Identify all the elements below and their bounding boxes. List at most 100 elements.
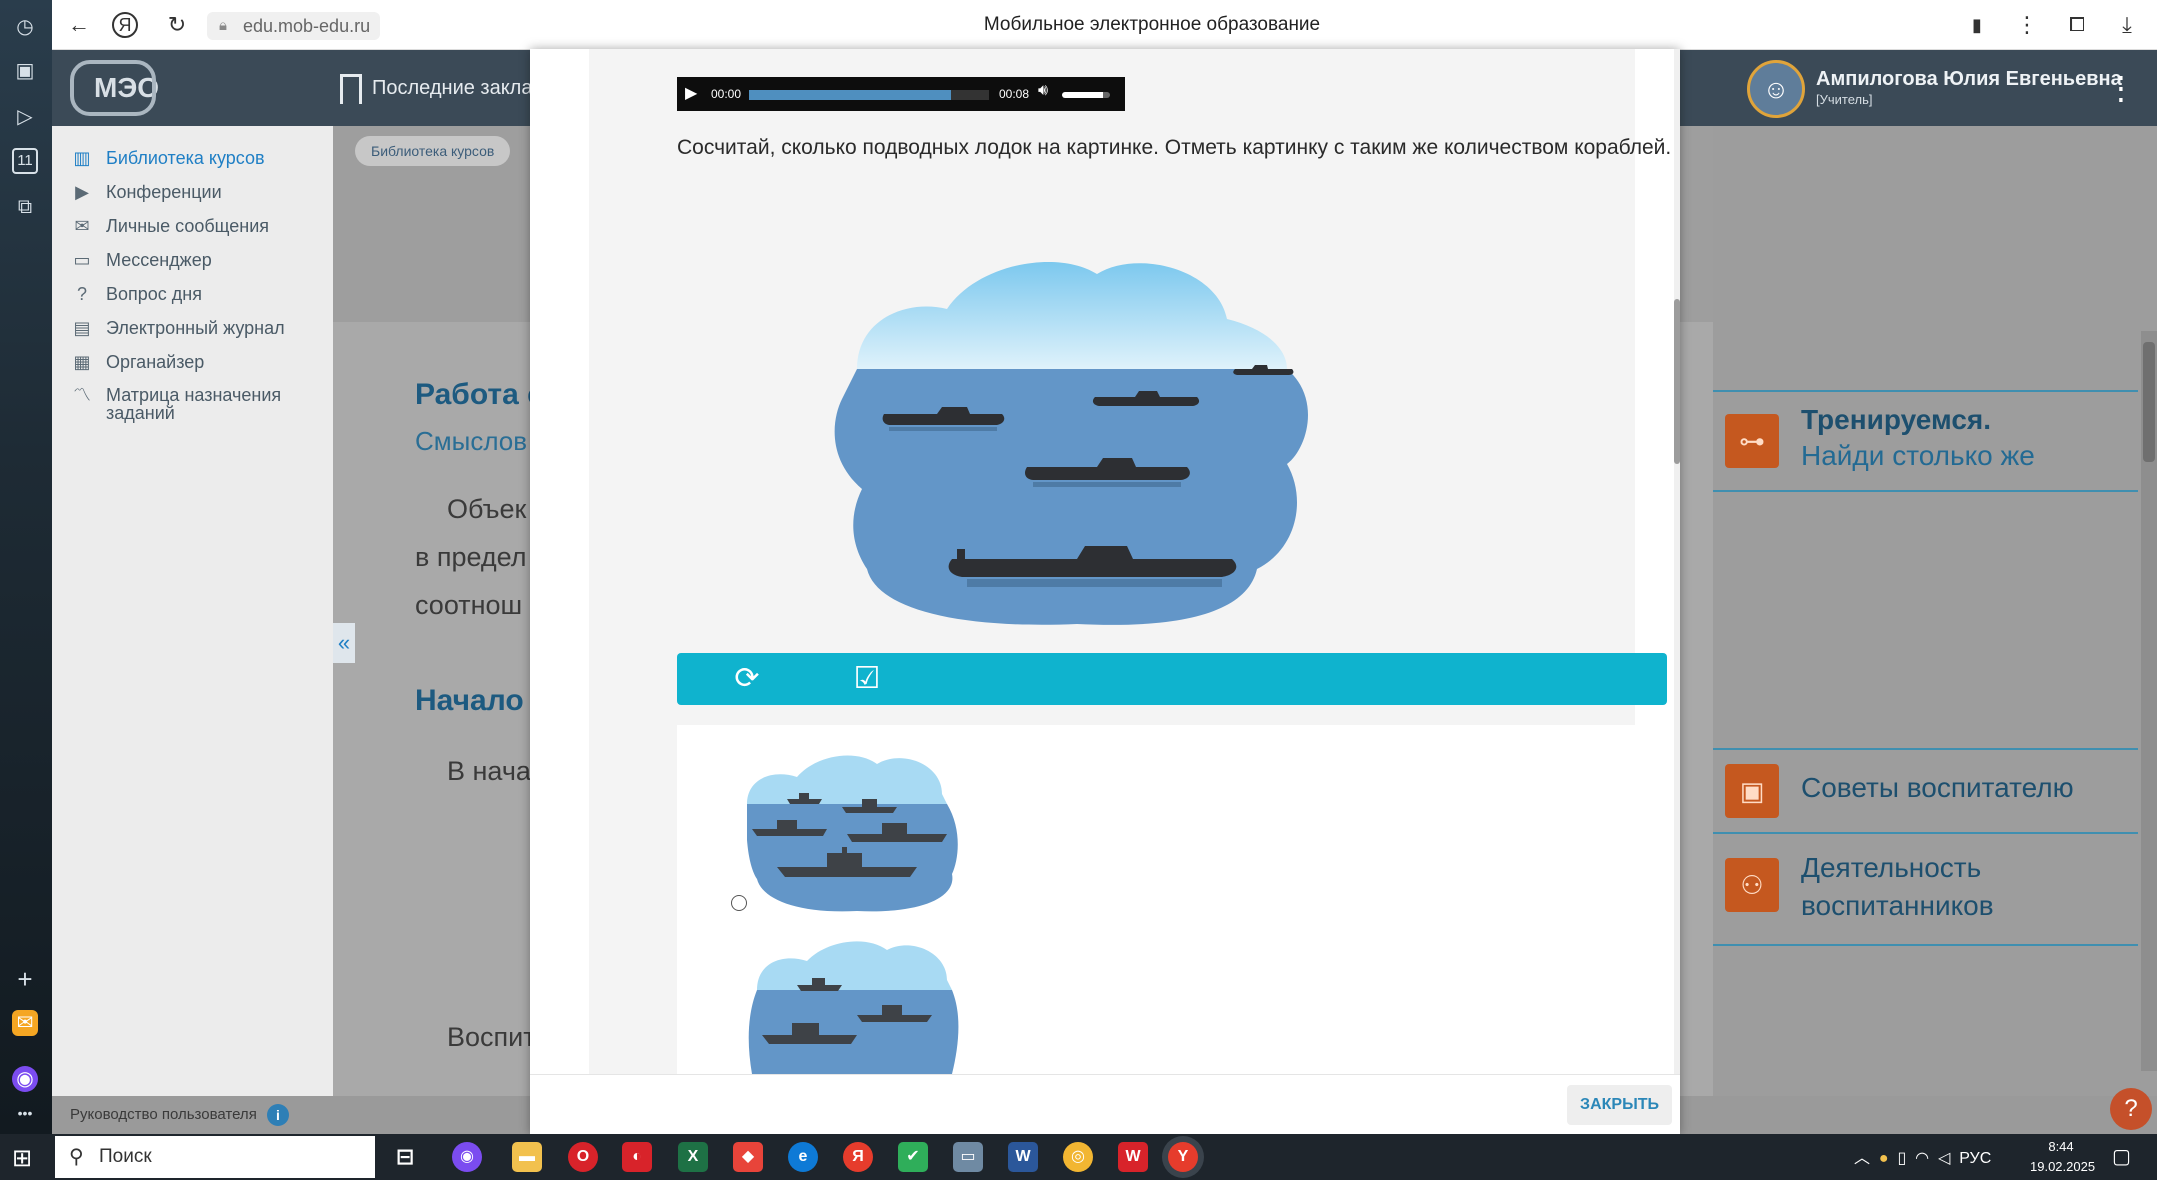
excel-icon[interactable]: X bbox=[678, 1142, 708, 1172]
check-answer-icon[interactable]: ☑ bbox=[837, 653, 897, 705]
sidebar-item-e-journal[interactable]: ▤ Электронный журнал bbox=[70, 318, 284, 339]
sidebar-item-organizer[interactable]: ▦ Органайзер bbox=[70, 352, 204, 373]
sidebar-item-question-of-day[interactable]: ? Вопрос дня bbox=[70, 284, 202, 305]
bookmarks-label: Последние закла bbox=[372, 77, 533, 99]
input-language[interactable]: РУС bbox=[1959, 1150, 1991, 1167]
question-text: Сосчитай, сколько подводных лодок на кар… bbox=[677, 136, 1672, 159]
collapse-sidebar-button[interactable]: « bbox=[333, 623, 355, 663]
audio-duration: 00:08 bbox=[999, 87, 1030, 101]
sidebar-item-label: Конференции bbox=[106, 182, 222, 202]
file-explorer-icon[interactable]: ▬ bbox=[512, 1142, 542, 1172]
sidebar-item-messenger[interactable]: ▭ Мессенджер bbox=[70, 250, 211, 271]
taskbar-search[interactable]: ⚲ Поиск bbox=[55, 1136, 375, 1178]
clock-date: 19.02.2025 bbox=[2030, 1159, 2096, 1174]
history-icon[interactable]: ◷ bbox=[12, 14, 38, 40]
clock[interactable]: 8:44 19.02.2025 bbox=[2030, 1137, 2096, 1177]
answer-picture-1[interactable] bbox=[747, 749, 962, 914]
browser-toolbar: ← Я ↻ 🔒︎ edu.mob-edu.ru Мобильное электр… bbox=[52, 0, 2157, 50]
user-name[interactable]: Ампилогова Юлия Евгеньевна bbox=[1816, 68, 2122, 91]
audio-progress-fill bbox=[749, 90, 951, 100]
sidebar-item-messages[interactable]: ✉ Личные сообщения bbox=[70, 216, 269, 237]
bg-text-line: в предел bbox=[415, 542, 527, 572]
volume-slider[interactable] bbox=[1062, 92, 1110, 98]
screenshot-icon[interactable]: ⧉ bbox=[12, 194, 38, 220]
answer-sea bbox=[748, 990, 959, 1074]
sidebar-item-label: Библиотека курсов bbox=[106, 148, 265, 168]
modal-scrollbar[interactable] bbox=[1674, 49, 1680, 1074]
monitor-icon[interactable]: ▭ bbox=[953, 1142, 983, 1172]
wifi-icon[interactable]: ◠ bbox=[1915, 1150, 1929, 1167]
notifications-icon[interactable]: ▢ bbox=[2112, 1144, 2131, 1169]
recent-bookmarks[interactable]: Последние закла bbox=[340, 70, 532, 106]
chevron-up-icon[interactable]: ︿ bbox=[1854, 1150, 1870, 1167]
collections-icon[interactable]: ▣ bbox=[12, 58, 38, 84]
sidebar-item-assignment-matrix[interactable]: 〽 Матрица назначения заданий bbox=[70, 386, 300, 422]
help-button[interactable]: ? bbox=[2110, 1088, 2152, 1130]
chrome-icon[interactable]: ◎ bbox=[1063, 1142, 1093, 1172]
sidebar-item-course-library[interactable]: ▥ Библиотека курсов bbox=[70, 148, 265, 169]
answer-radio-1[interactable] bbox=[731, 895, 747, 911]
back-arrow-icon[interactable]: ← bbox=[64, 10, 94, 40]
bookmark-icon[interactable]: ▮ bbox=[1962, 10, 1992, 40]
mail-icon[interactable]: ✉ bbox=[12, 1010, 38, 1036]
bg-text-line: В нача bbox=[447, 756, 531, 786]
audio-progress-bar[interactable] bbox=[749, 90, 989, 100]
site-menu-icon[interactable]: ⋮ bbox=[2105, 68, 2137, 108]
windows-start-icon[interactable]: ⊞ bbox=[12, 1144, 32, 1173]
reader-icon[interactable]: ⧠ bbox=[2062, 10, 2092, 40]
bg-subheading: Смыслов bbox=[415, 426, 528, 456]
card-teacher-tips[interactable]: ▣ Советы воспитателю bbox=[1713, 748, 2138, 832]
card-title: Советы воспитателю bbox=[1801, 772, 2074, 803]
audio-current-time: 00:00 bbox=[711, 87, 742, 101]
word-icon[interactable]: W bbox=[1008, 1142, 1038, 1172]
question-circle-icon: ? bbox=[76, 284, 87, 304]
group-icon: ⚇ bbox=[1725, 858, 1779, 912]
exercise-toolbar: ⟳ ☑ bbox=[677, 653, 1667, 705]
audio-player: ▶ 00:00 00:08 🔊︎ bbox=[677, 77, 1125, 111]
wps-icon[interactable]: W bbox=[1118, 1142, 1148, 1172]
speaker-icon[interactable]: ◁ bbox=[1938, 1150, 1950, 1167]
address-bar[interactable]: 🔒︎ edu.mob-edu.ru bbox=[207, 12, 381, 40]
user-avatar[interactable]: ☺ bbox=[1747, 60, 1805, 118]
modal-footer: ЗАКРЫТЬ bbox=[530, 1074, 1680, 1135]
info-icon[interactable]: i bbox=[267, 1104, 289, 1126]
breadcrumb[interactable]: Библиотека курсов bbox=[355, 136, 511, 166]
battery-icon[interactable]: ▯ bbox=[1897, 1150, 1906, 1167]
tray-app-icon[interactable]: ● bbox=[1879, 1150, 1889, 1167]
user-guide-link[interactable]: Руководство пользователя bbox=[70, 1106, 257, 1123]
red-app-icon[interactable]: ◐ bbox=[622, 1142, 652, 1172]
more-icon[interactable]: ••• bbox=[12, 1100, 38, 1126]
sidebar-item-conferences[interactable]: ▶ Конференции bbox=[70, 182, 222, 203]
video-icon[interactable]: ▷ bbox=[12, 104, 38, 130]
answer-options bbox=[677, 725, 1667, 1074]
volume-icon[interactable]: 🔊︎ bbox=[1038, 82, 1048, 100]
add-icon[interactable]: + bbox=[12, 966, 38, 992]
alice-icon[interactable]: ◉ bbox=[12, 1066, 38, 1092]
card-pupil-activities[interactable]: ⚇ Деятельность воспитанников bbox=[1713, 832, 2138, 946]
alice-app-icon[interactable]: ◉ bbox=[452, 1142, 482, 1172]
card-training[interactable]: ⊶ Тренируемся. Найди столько же bbox=[1713, 390, 2138, 492]
close-button[interactable]: ЗАКРЫТЬ bbox=[1567, 1085, 1672, 1125]
task-view-icon[interactable]: ⊟ bbox=[390, 1142, 420, 1172]
meo-logo[interactable]: МЭО bbox=[70, 58, 190, 118]
anydesk-icon[interactable]: ◆ bbox=[733, 1142, 763, 1172]
yandex-icon[interactable]: Я bbox=[112, 12, 138, 38]
answer-picture-2[interactable] bbox=[747, 935, 962, 1074]
calendar-icon[interactable]: 11 bbox=[12, 148, 38, 174]
download-icon[interactable]: ⤓ bbox=[2112, 10, 2142, 40]
play-icon[interactable]: ▶ bbox=[685, 83, 697, 103]
menu-dots-icon[interactable]: ⋮ bbox=[2012, 10, 2042, 40]
opera-icon[interactable]: O bbox=[568, 1142, 598, 1172]
yandex-browser-icon[interactable]: Я bbox=[843, 1142, 873, 1172]
bg-heading: Начало bbox=[415, 684, 524, 717]
shield-icon[interactable]: ✔ bbox=[898, 1142, 928, 1172]
edge-icon[interactable]: e bbox=[788, 1142, 818, 1172]
submarines-picture bbox=[834, 261, 1308, 625]
answer-sky bbox=[757, 941, 952, 990]
yandex-active-icon[interactable]: Y bbox=[1168, 1142, 1198, 1172]
reset-icon[interactable]: ⟳ bbox=[717, 653, 777, 705]
right-scrollbar-thumb[interactable] bbox=[2143, 342, 2155, 462]
sidebar: ▥ Библиотека курсов ▶ Конференции ✉ Личные … bbox=[52, 126, 333, 1096]
modal-scrollbar-thumb[interactable] bbox=[1674, 299, 1680, 464]
reload-icon[interactable]: ↻ bbox=[162, 10, 192, 40]
